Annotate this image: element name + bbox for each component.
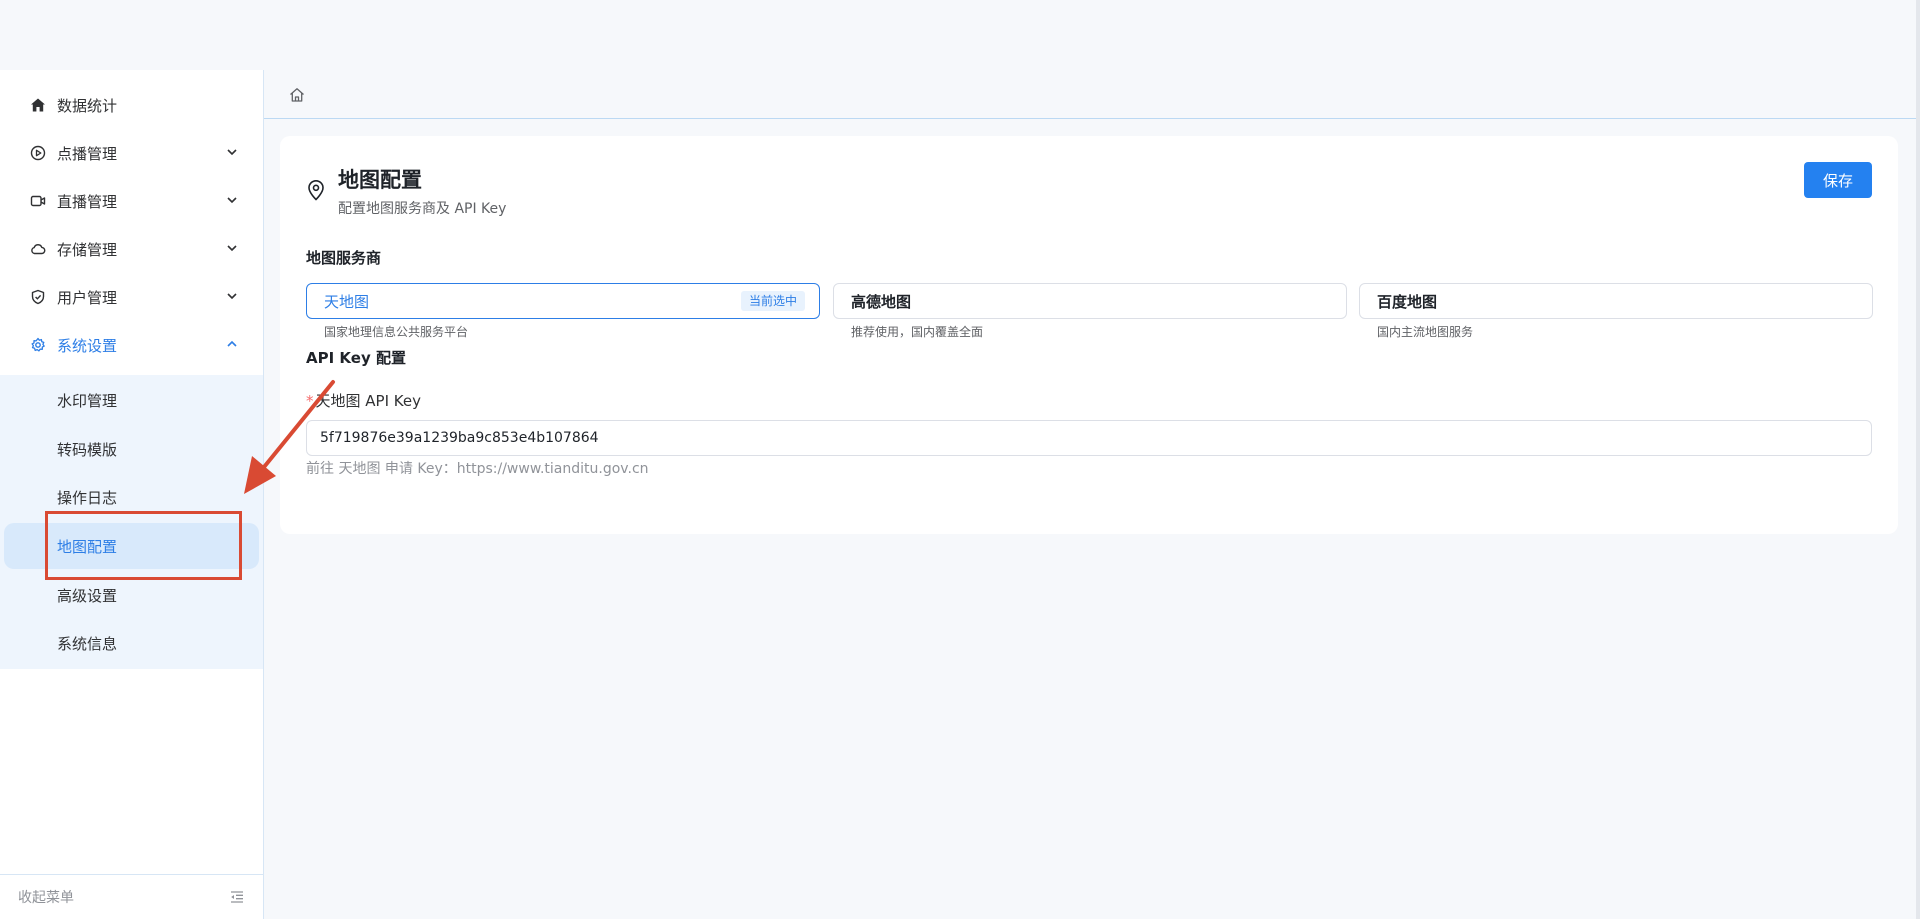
sidebar-item-label: 用户管理 (57, 288, 118, 307)
page-subtitle: 配置地图服务商及 API Key (338, 201, 507, 217)
sidebar-item-users[interactable]: 用户管理 (0, 273, 263, 321)
sidebar-item-storage[interactable]: 存储管理 (0, 225, 263, 273)
play-circle-icon (30, 145, 46, 161)
sidebar-subitem-map-config[interactable]: 地图配置 (4, 523, 259, 569)
page-scrollbar[interactable] (1916, 0, 1920, 919)
menu-fold-icon (231, 891, 243, 903)
provider-name: 高德地图 (851, 292, 912, 311)
collapse-menu-label: 收起菜单 (18, 890, 74, 906)
provider-option-baidu[interactable]: 百度地图 (1359, 283, 1873, 319)
chevron-down-icon (227, 245, 237, 252)
sidebar-item-label: 系统设置 (57, 336, 118, 355)
sidebar-item-label: 数据统计 (57, 96, 118, 115)
gear-icon (30, 337, 46, 353)
chevron-down-icon (227, 293, 237, 300)
shield-check-icon (30, 289, 46, 305)
sidebar-item-vod[interactable]: 点播管理 (0, 129, 263, 177)
sidebar-subitem-system-info[interactable]: 系统信息 (0, 620, 263, 666)
video-camera-icon (30, 193, 46, 209)
sidebar-subitem-transcode-template[interactable]: 转码模版 (0, 426, 263, 472)
top-header (0, 0, 1916, 70)
sidebar-item-label: 点播管理 (57, 144, 118, 163)
required-mark: * (306, 392, 314, 410)
sidebar-item-label: 水印管理 (57, 391, 118, 410)
provider-name: 百度地图 (1377, 292, 1438, 311)
provider-option-tianditu[interactable]: 天地图 当前选中 (306, 283, 820, 319)
sidebar-item-label: 直播管理 (57, 192, 118, 211)
sidebar-item-label: 系统信息 (57, 634, 118, 653)
current-selected-badge: 当前选中 (740, 291, 805, 311)
api-key-input[interactable] (306, 420, 1872, 456)
provider-desc-baidu: 国内主流地图服务 (1377, 325, 1474, 339)
api-key-section-label: API Key 配置 (306, 349, 406, 367)
breadcrumb (264, 70, 1916, 119)
sidebar-item-label: 转码模版 (57, 440, 118, 459)
home-outline-icon[interactable] (288, 86, 306, 104)
map-config-card: 地图配置 配置地图服务商及 API Key 保存 地图服务商 天地图 当前选中 … (280, 136, 1898, 534)
sidebar-item-label: 地图配置 (57, 537, 118, 556)
provider-desc-amap: 推荐使用，国内覆盖全面 (851, 325, 984, 339)
sidebar-subitem-advanced-settings[interactable]: 高级设置 (0, 572, 263, 618)
map-provider-section-label: 地图服务商 (306, 249, 382, 267)
sidebar-item-data-stats[interactable]: 数据统计 (0, 81, 263, 129)
sidebar-item-live[interactable]: 直播管理 (0, 177, 263, 225)
provider-name: 天地图 (324, 292, 370, 311)
collapse-menu-button[interactable]: 收起菜单 (0, 874, 263, 919)
api-key-field-label: * 天地图 API Key (306, 390, 421, 411)
provider-desc-tianditu: 国家地理信息公共服务平台 (324, 325, 469, 339)
save-button[interactable]: 保存 (1804, 162, 1872, 198)
api-key-hint: 前往 天地图 申请 Key：https://www.tianditu.gov.c… (306, 461, 649, 477)
chevron-down-icon (227, 197, 237, 204)
cloud-icon (30, 241, 46, 257)
sidebar-subitem-operation-log[interactable]: 操作日志 (0, 474, 263, 520)
sidebar-subitem-watermark[interactable]: 水印管理 (0, 377, 263, 423)
sidebar-item-system-settings[interactable]: 系统设置 (0, 321, 263, 369)
sidebar: 数据统计 点播管理 直播管理 存储管理 用户管理 系统设置 水印管理 转码模版 … (0, 70, 264, 919)
api-key-label-text: 天地图 API Key (315, 392, 421, 410)
chevron-down-icon (227, 149, 237, 156)
sidebar-item-label: 高级设置 (57, 586, 118, 605)
chevron-up-icon (227, 340, 237, 347)
home-icon (30, 97, 46, 113)
sidebar-item-label: 存储管理 (57, 240, 118, 259)
location-pin-icon (308, 180, 324, 201)
sidebar-item-label: 操作日志 (57, 488, 118, 507)
provider-option-amap[interactable]: 高德地图 (833, 283, 1347, 319)
page-title: 地图配置 (338, 168, 422, 192)
